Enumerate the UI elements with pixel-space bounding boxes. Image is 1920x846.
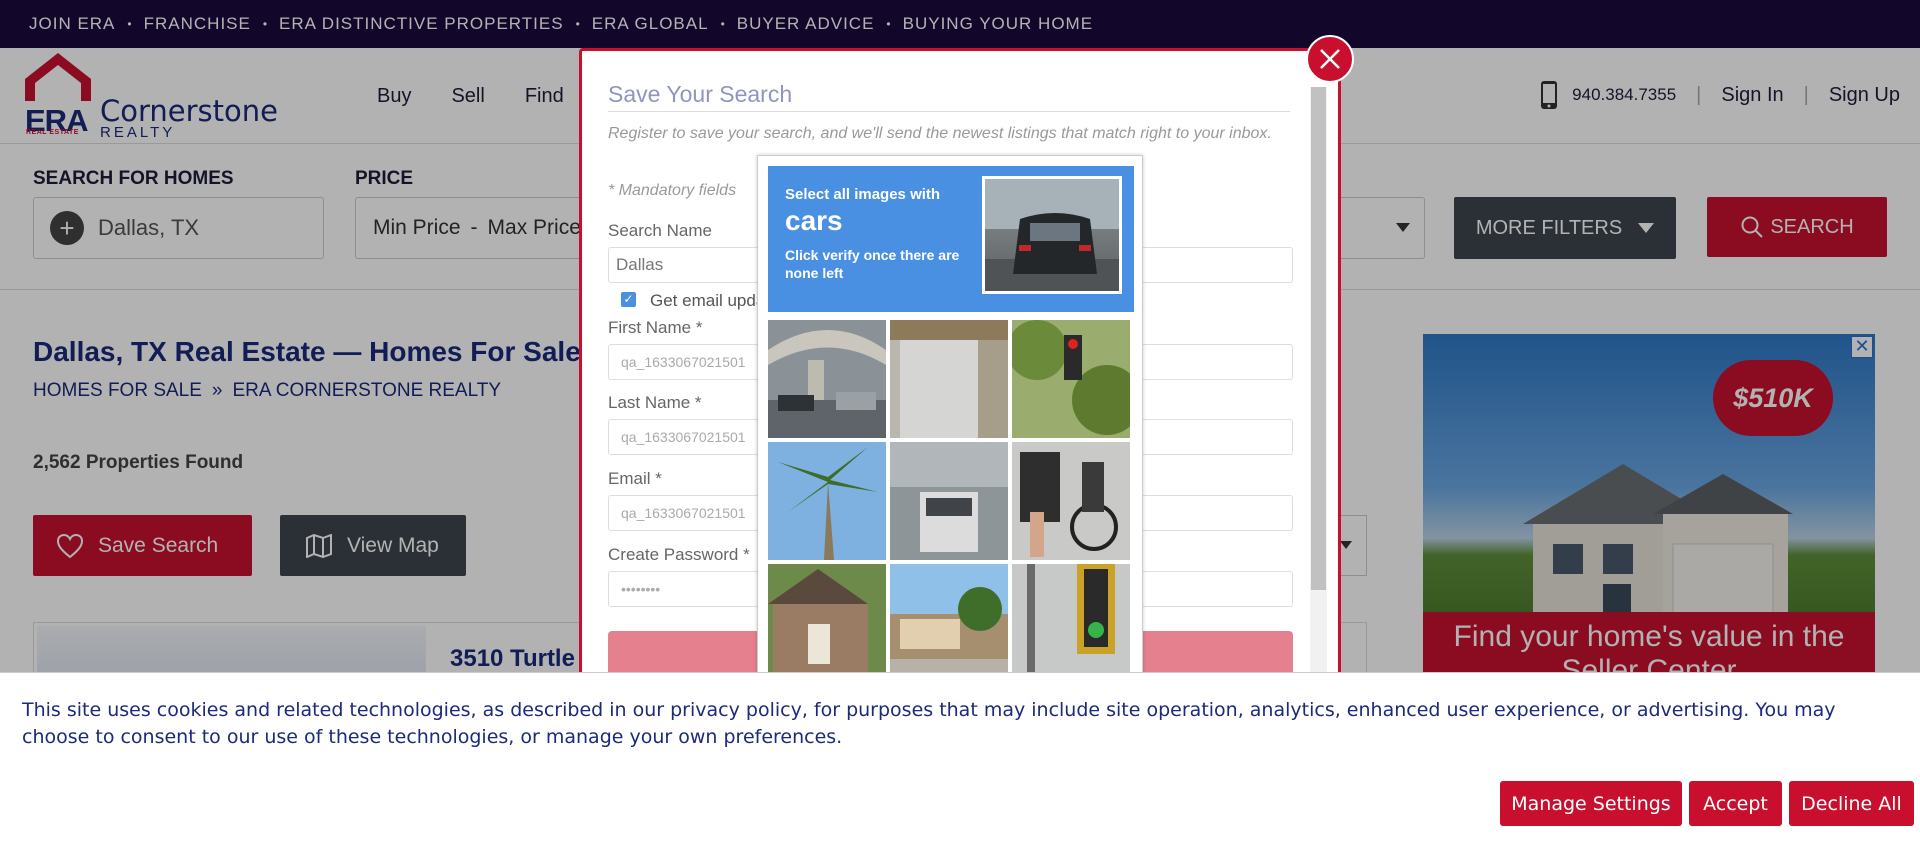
captcha-tile[interactable] — [768, 442, 886, 560]
accept-button[interactable]: Accept — [1689, 781, 1782, 826]
captcha-tile[interactable] — [768, 320, 886, 438]
palm-tree-icon — [768, 442, 886, 560]
captcha-target: cars — [785, 205, 843, 236]
captcha-challenge: Select all images with cars Click verify… — [757, 155, 1143, 685]
modal-title: Save Your Search — [608, 81, 793, 107]
modal-close-button[interactable] — [1306, 35, 1354, 83]
scrollbar-thumb[interactable] — [1311, 87, 1326, 590]
search-name-label: Search Name — [608, 221, 712, 240]
captcha-instruction-2: Click verify once there are none left — [785, 247, 960, 281]
decline-all-button[interactable]: Decline All — [1789, 781, 1914, 826]
first-name-label: First Name * — [608, 318, 703, 337]
captcha-header: Select all images with cars Click verify… — [768, 166, 1134, 312]
close-icon — [1320, 49, 1340, 69]
mandatory-note: * Mandatory fields — [608, 182, 737, 199]
captcha-tile[interactable] — [768, 564, 886, 682]
password-label: Create Password * — [608, 545, 750, 564]
modal-scrollbar[interactable] — [1310, 87, 1327, 675]
traffic-light-icon — [1012, 320, 1130, 438]
captcha-tile[interactable] — [890, 442, 1008, 560]
captcha-example-image — [982, 176, 1122, 294]
captcha-tile[interactable] — [890, 320, 1008, 438]
email-updates-checkbox[interactable]: ✓ — [621, 292, 636, 307]
captcha-tile[interactable] — [1012, 320, 1130, 438]
manage-settings-button[interactable]: Manage Settings — [1500, 781, 1682, 826]
captcha-tile[interactable] — [1012, 442, 1130, 560]
last-name-label: Last Name * — [608, 393, 702, 412]
cyclist-icon — [1012, 442, 1130, 560]
captcha-instruction: Select all images with — [785, 186, 941, 203]
pillar-icon — [890, 320, 1008, 438]
email-label: Email * — [608, 469, 662, 488]
green-light-icon — [1012, 564, 1130, 682]
captcha-grid — [768, 320, 1134, 682]
captcha-tile[interactable] — [1012, 564, 1130, 682]
cookie-text: This site uses cookies and related techn… — [22, 699, 1836, 748]
car-rear-icon — [985, 179, 1119, 291]
brick-house-icon — [768, 564, 886, 682]
captcha-tile[interactable] — [890, 564, 1008, 682]
modal-divider — [608, 111, 1290, 112]
van-icon — [890, 442, 1008, 560]
cookie-banner: This site uses cookies and related techn… — [0, 672, 1920, 846]
street-houses-icon — [890, 564, 1008, 682]
overpass-road-icon — [768, 320, 886, 438]
modal-description: Register to save your search, and we'll … — [608, 125, 1272, 142]
